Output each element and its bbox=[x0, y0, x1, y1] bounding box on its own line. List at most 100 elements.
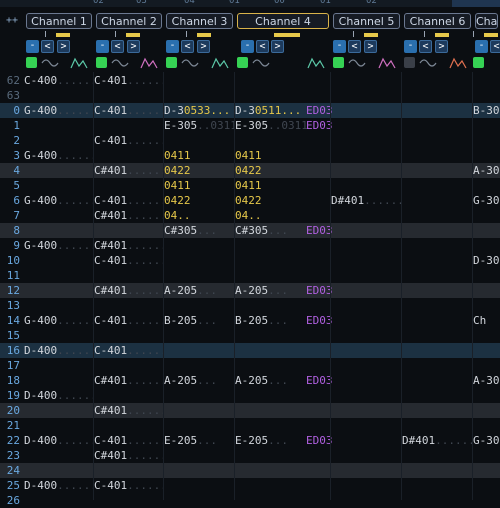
pattern-cell[interactable]: C#305... bbox=[164, 223, 235, 238]
pattern-cell[interactable] bbox=[402, 208, 473, 223]
pattern-row[interactable]: 17 bbox=[0, 358, 500, 373]
channel-prev-button[interactable]: < bbox=[348, 40, 361, 53]
pattern-cell[interactable]: G-400.......... bbox=[24, 103, 94, 118]
pattern-row[interactable]: 62 C-400..........C-401.......... bbox=[0, 73, 500, 88]
pattern-cell[interactable] bbox=[473, 298, 500, 313]
pattern-cell[interactable] bbox=[402, 448, 473, 463]
pattern-row[interactable]: 9 G-400..........C#401.......... bbox=[0, 238, 500, 253]
pattern-cell[interactable] bbox=[164, 448, 235, 463]
pattern-cell[interactable] bbox=[164, 253, 235, 268]
pattern-cell[interactable] bbox=[402, 118, 473, 133]
pattern-cell[interactable] bbox=[235, 268, 331, 283]
channel-name-button[interactable]: Channel 3 bbox=[166, 13, 233, 29]
pattern-cell[interactable] bbox=[24, 268, 94, 283]
channel-name-button[interactable]: Channel 2 bbox=[96, 13, 162, 29]
pattern-cell[interactable]: G-400.......... bbox=[24, 238, 94, 253]
pattern-cell[interactable]: 04.. bbox=[164, 208, 235, 223]
pattern-cell[interactable]: C#401.......... bbox=[94, 283, 164, 298]
pattern-cell[interactable] bbox=[164, 388, 235, 403]
pattern-cell[interactable] bbox=[402, 313, 473, 328]
pattern-cell[interactable] bbox=[402, 268, 473, 283]
pattern-cell[interactable] bbox=[94, 328, 164, 343]
pattern-cell[interactable]: 0422 bbox=[235, 193, 331, 208]
pattern-cell[interactable] bbox=[473, 178, 500, 193]
pattern-cell[interactable] bbox=[24, 298, 94, 313]
pattern-cell[interactable] bbox=[164, 418, 235, 433]
channel-prev-button[interactable]: < bbox=[419, 40, 432, 53]
pattern-cell[interactable]: G-400.......... bbox=[24, 313, 94, 328]
pattern-cell[interactable] bbox=[402, 343, 473, 358]
pattern-cell[interactable]: ED03 bbox=[306, 118, 377, 133]
pattern-cell[interactable] bbox=[402, 403, 473, 418]
pattern-cell[interactable]: C-401.......... bbox=[94, 133, 164, 148]
pattern-cell[interactable]: 0411 bbox=[164, 148, 235, 163]
pattern-cell[interactable] bbox=[235, 253, 331, 268]
channel-minus-button[interactable]: - bbox=[404, 40, 417, 53]
pattern-cell[interactable] bbox=[164, 478, 235, 493]
pattern-row[interactable]: 16 D-400..........C-401.......... bbox=[0, 343, 500, 358]
pattern-cell[interactable] bbox=[473, 388, 500, 403]
channel-next-button[interactable]: > bbox=[197, 40, 210, 53]
pattern-cell[interactable] bbox=[331, 418, 402, 433]
pattern-cell[interactable] bbox=[235, 493, 331, 508]
channel-enable-toggle[interactable] bbox=[96, 57, 107, 68]
pattern-row[interactable]: 12C#401..........A-205...A-205...ED03 bbox=[0, 283, 500, 298]
pattern-cell[interactable] bbox=[164, 463, 235, 478]
pattern-cell[interactable] bbox=[94, 268, 164, 283]
pattern-cell[interactable] bbox=[164, 298, 235, 313]
pattern-cell[interactable] bbox=[331, 463, 402, 478]
pattern-cell[interactable] bbox=[24, 463, 94, 478]
channel-name-button[interactable]: Channel 6 bbox=[404, 13, 471, 29]
pattern-cell[interactable]: D-30 bbox=[473, 253, 500, 268]
pattern-cell[interactable] bbox=[94, 148, 164, 163]
pattern-cell[interactable]: ED03 bbox=[306, 313, 377, 328]
pattern-cell[interactable] bbox=[94, 463, 164, 478]
pattern-cell[interactable]: 0411 bbox=[164, 178, 235, 193]
pattern-cell[interactable]: B-205... bbox=[164, 313, 235, 328]
channel-name-button[interactable]: Channel 4 bbox=[237, 13, 329, 29]
channel-next-button[interactable]: > bbox=[57, 40, 70, 53]
pattern-cell[interactable] bbox=[473, 223, 500, 238]
pattern-cell[interactable] bbox=[473, 208, 500, 223]
pattern-cell[interactable] bbox=[402, 373, 473, 388]
pattern-cell[interactable]: G-400.......... bbox=[24, 148, 94, 163]
order-number[interactable]: 02 bbox=[93, 0, 104, 6]
pattern-cell[interactable] bbox=[235, 403, 331, 418]
pattern-cell[interactable] bbox=[402, 283, 473, 298]
pattern-cell[interactable] bbox=[473, 133, 500, 148]
pattern-cell[interactable] bbox=[94, 178, 164, 193]
pattern-cell[interactable] bbox=[24, 328, 94, 343]
pattern-cell[interactable] bbox=[402, 493, 473, 508]
channel-prev-button[interactable]: < bbox=[181, 40, 194, 53]
pattern-cell[interactable] bbox=[235, 418, 331, 433]
pattern-row[interactable]: 19 D-400.......... bbox=[0, 388, 500, 403]
pattern-cell[interactable] bbox=[473, 418, 500, 433]
pattern-cell[interactable] bbox=[164, 343, 235, 358]
channel-minus-button[interactable]: - bbox=[166, 40, 179, 53]
expand-toggle[interactable]: ++ bbox=[0, 8, 24, 72]
pattern-row[interactable]: 3 G-400.......... 0411 0411 bbox=[0, 148, 500, 163]
order-number[interactable]: 01 bbox=[229, 0, 240, 6]
pattern-cell[interactable]: G-30 bbox=[473, 193, 500, 208]
pattern-cell[interactable]: A-205... bbox=[164, 283, 235, 298]
pattern-cell[interactable] bbox=[402, 163, 473, 178]
pattern-cell[interactable] bbox=[331, 328, 402, 343]
channel-enable-toggle[interactable] bbox=[166, 57, 177, 68]
channel-prev-button[interactable]: < bbox=[111, 40, 124, 53]
pattern-cell[interactable] bbox=[473, 343, 500, 358]
pattern-cell[interactable]: C-401.......... bbox=[94, 433, 164, 448]
pattern-cell[interactable] bbox=[24, 163, 94, 178]
pattern-cell[interactable] bbox=[94, 388, 164, 403]
pattern-cell[interactable]: ED03 bbox=[306, 433, 377, 448]
pattern-cell[interactable]: A-205... bbox=[164, 373, 235, 388]
pattern-cell[interactable]: C-401.......... bbox=[94, 343, 164, 358]
pattern-row[interactable]: 15 bbox=[0, 328, 500, 343]
pattern-cell[interactable]: D#401.......... bbox=[402, 433, 473, 448]
channel-minus-button[interactable]: - bbox=[475, 40, 488, 53]
pattern-cell[interactable]: C#401.......... bbox=[94, 448, 164, 463]
pattern-cell[interactable]: ED03 bbox=[306, 223, 377, 238]
channel-prev-button[interactable]: < bbox=[41, 40, 54, 53]
pattern-cell[interactable]: C-401.......... bbox=[94, 73, 164, 88]
pattern-cell[interactable] bbox=[331, 88, 402, 103]
pattern-row[interactable]: 4C#401..........04220422A-30 bbox=[0, 163, 500, 178]
